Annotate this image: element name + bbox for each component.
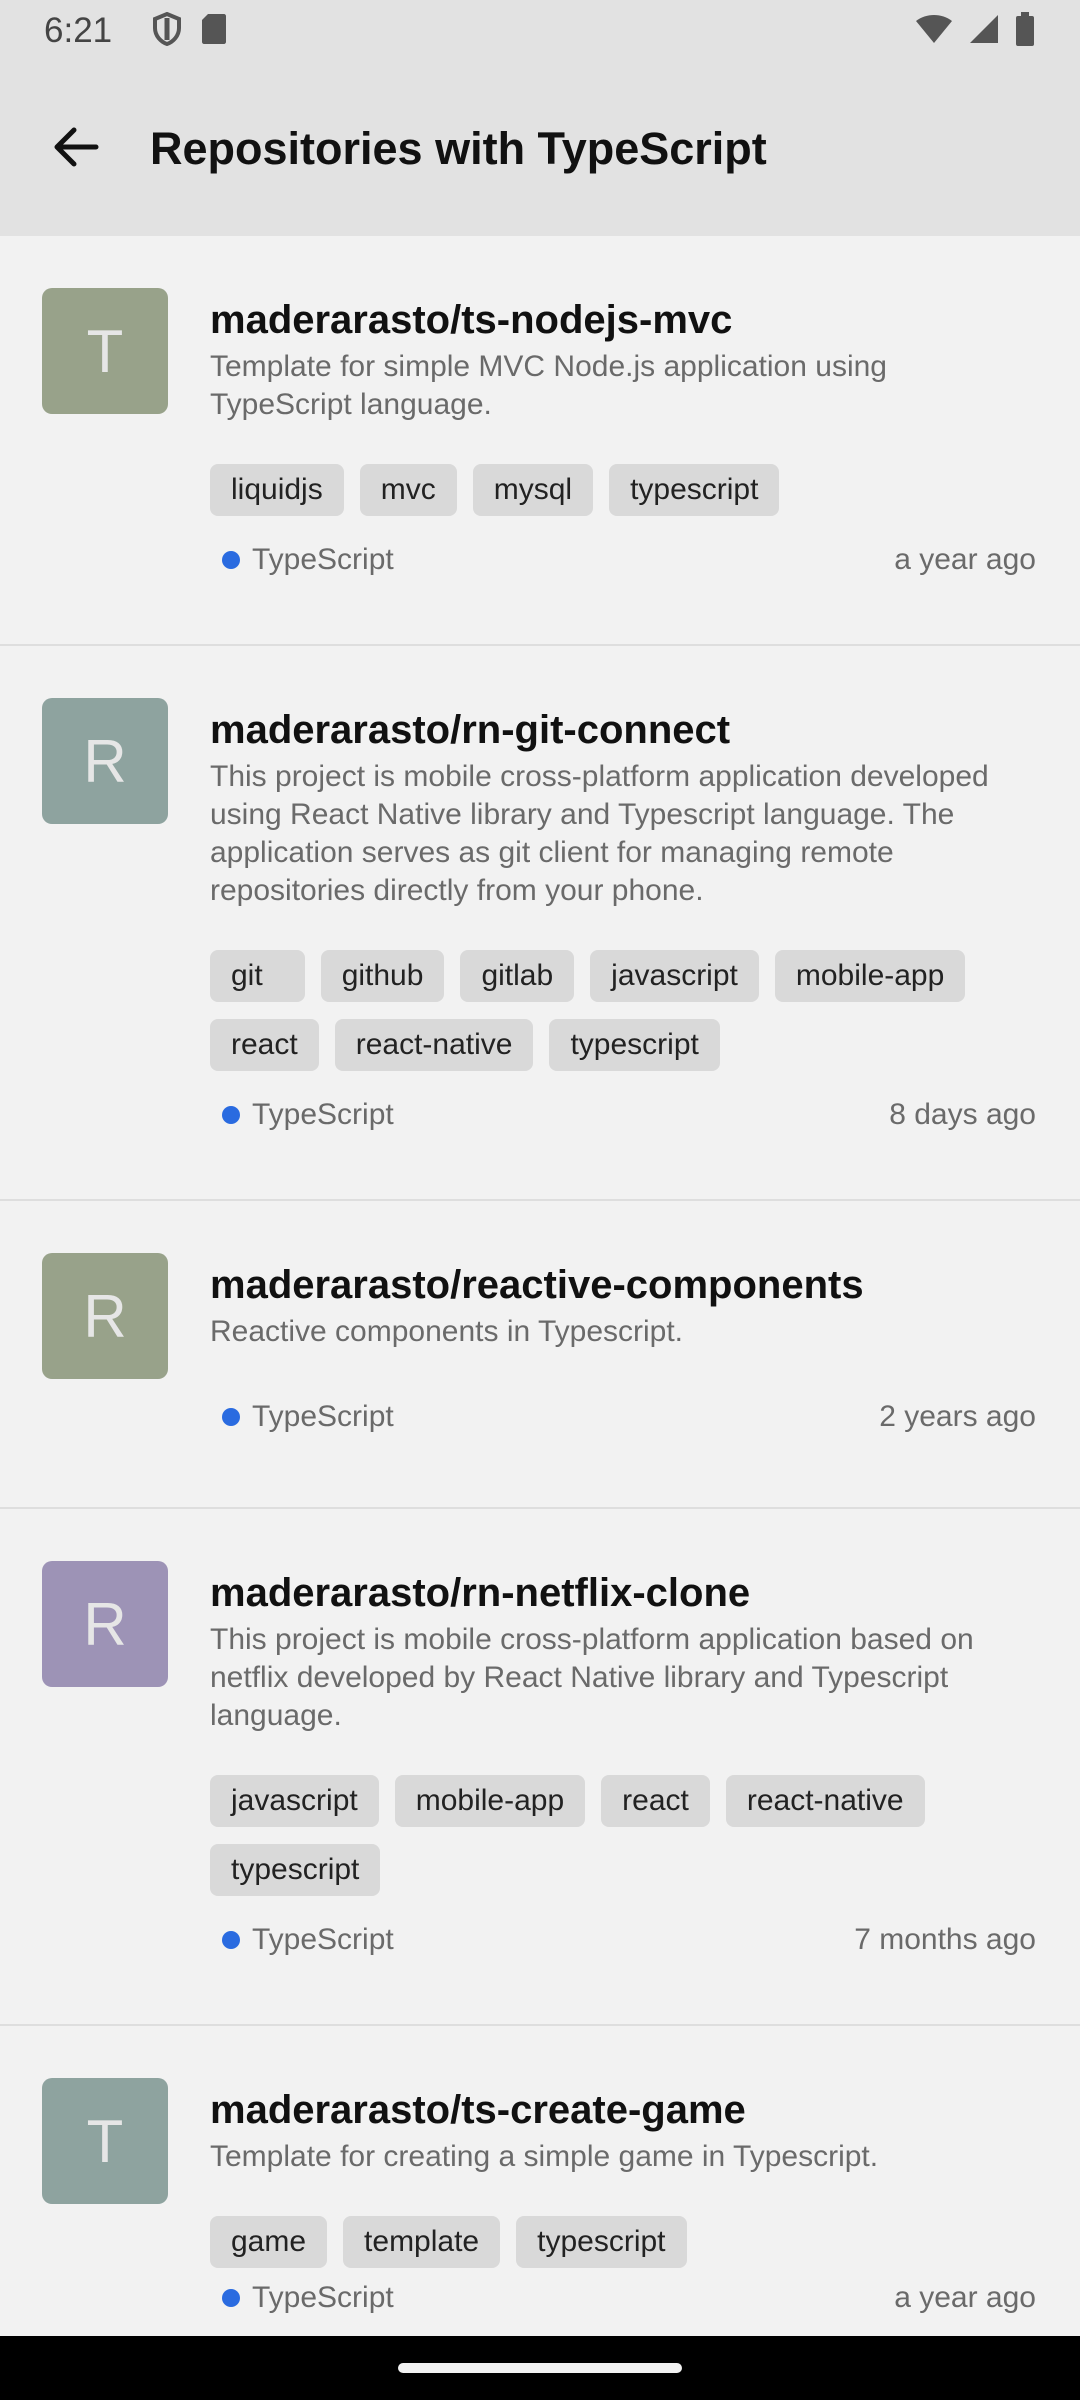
language-name: TypeScript [252, 1098, 394, 1131]
repo-item[interactable]: R maderarasto/reactive-components Reacti… [0, 1201, 1080, 1509]
language-name: TypeScript [252, 543, 394, 576]
avatar: T [42, 288, 168, 414]
topic-tag[interactable]: javascript [590, 950, 759, 1002]
topic-tags: git github gitlab javascript mobile-app … [210, 950, 1036, 1071]
topic-tag[interactable]: typescript [609, 464, 780, 516]
updated-time: 2 years ago [879, 1400, 1036, 1433]
language-color-dot [222, 1931, 240, 1949]
repo-content: maderarasto/rn-git-connect This project … [210, 706, 1036, 1135]
language-color-dot [222, 551, 240, 569]
repo-description: This project is mobile cross-platform ap… [210, 760, 989, 907]
topic-tags: game template typescript [210, 2216, 1036, 2268]
sd-card-icon [200, 12, 228, 51]
repo-description: Template for simple MVC Node.js applicat… [210, 350, 887, 421]
topic-tag[interactable]: react [601, 1775, 710, 1827]
topic-tag[interactable]: mvc [359, 464, 457, 516]
repo-description: This project is mobile cross-platform ap… [210, 1623, 974, 1732]
back-button[interactable] [36, 109, 116, 189]
shield-icon [152, 11, 182, 51]
repo-meta: TypeScript a year ago [210, 540, 1036, 580]
updated-time: 7 months ago [854, 1923, 1036, 1956]
language-color-dot [222, 1408, 240, 1426]
topic-tag[interactable]: git [210, 950, 305, 1002]
avatar-letter: T [86, 2107, 124, 2175]
repo-item[interactable]: T maderarasto/ts-nodejs-mvc Template for… [0, 236, 1080, 646]
repo-meta: TypeScript 7 months ago [210, 1920, 1036, 1960]
avatar-letter: R [83, 1590, 127, 1658]
repo-meta: TypeScript a year ago [210, 2278, 1036, 2318]
system-navigation-bar [0, 2336, 1080, 2400]
repo-item[interactable]: R maderarasto/rn-netflix-clone This proj… [0, 1509, 1080, 2026]
page-title: Repositories with TypeScript [150, 123, 767, 174]
avatar-letter: R [83, 1282, 127, 1350]
avatar: T [42, 2078, 168, 2204]
home-gesture-handle[interactable] [398, 2363, 682, 2373]
topic-tag[interactable]: mysql [472, 464, 594, 516]
avatar-letter: T [86, 317, 124, 385]
topic-tag[interactable]: mobile-app [394, 1775, 586, 1827]
repo-meta: TypeScript 8 days ago [210, 1095, 1036, 1135]
topic-tag[interactable]: mobile-app [774, 950, 966, 1002]
arrow-back-icon [52, 126, 100, 173]
repo-name[interactable]: maderarasto/reactive-components [210, 1261, 1036, 1309]
topic-tag[interactable]: typescript [516, 2216, 687, 2268]
avatar: R [42, 698, 168, 824]
repo-name[interactable]: maderarasto/rn-netflix-clone [210, 1569, 1036, 1617]
topic-tag[interactable]: javascript [210, 1775, 379, 1827]
language-name: TypeScript [252, 1400, 394, 1433]
repo-name[interactable]: maderarasto/rn-git-connect [210, 706, 1036, 754]
language-color-dot [222, 1106, 240, 1124]
repo-description: Reactive components in Typescript. [210, 1315, 684, 1348]
topic-tag[interactable]: github [320, 950, 445, 1002]
repo-description: Template for creating a simple game in T… [210, 2140, 879, 2173]
updated-time: a year ago [894, 2281, 1036, 2314]
status-time: 6:21 [44, 11, 113, 50]
avatar: R [42, 1561, 168, 1687]
topic-tag[interactable]: typescript [549, 1019, 720, 1071]
topic-tag[interactable]: template [343, 2216, 501, 2268]
repo-content: maderarasto/rn-netflix-clone This projec… [210, 1569, 1036, 1960]
repo-content: maderarasto/reactive-components Reactive… [210, 1261, 1036, 1437]
repo-content: maderarasto/ts-nodejs-mvc Template for s… [210, 296, 1036, 580]
updated-time: 8 days ago [889, 1098, 1036, 1131]
repo-content: maderarasto/ts-create-game Template for … [210, 2086, 1036, 2318]
repository-list[interactable]: T maderarasto/ts-nodejs-mvc Template for… [0, 236, 1080, 2336]
wifi-icon [914, 13, 954, 50]
status-left: 6:21 [44, 11, 228, 51]
cellular-signal-icon [968, 13, 1000, 50]
app-bar: Repositories with TypeScript [0, 62, 1080, 236]
status-bar: 6:21 [0, 0, 1080, 62]
updated-time: a year ago [894, 543, 1036, 576]
repo-name[interactable]: maderarasto/ts-create-game [210, 2086, 1036, 2134]
topic-tag[interactable]: typescript [210, 1844, 381, 1896]
avatar-letter: R [83, 727, 127, 795]
topic-tags: javascript mobile-app react react-native… [210, 1775, 1036, 1896]
topic-tag[interactable]: liquidjs [210, 464, 344, 516]
topic-tag[interactable]: gitlab [460, 950, 575, 1002]
language-color-dot [222, 2289, 240, 2307]
repo-item[interactable]: T maderarasto/ts-create-game Template fo… [0, 2026, 1080, 2336]
topic-tag[interactable]: react [210, 1019, 319, 1071]
repo-meta: TypeScript 2 years ago [210, 1397, 1036, 1437]
language-name: TypeScript [252, 1923, 394, 1956]
repo-name[interactable]: maderarasto/ts-nodejs-mvc [210, 296, 1036, 344]
language-name: TypeScript [252, 2281, 394, 2314]
avatar: R [42, 1253, 168, 1379]
topic-tag[interactable]: game [210, 2216, 328, 2268]
status-right [914, 11, 1036, 51]
topic-tag[interactable]: react-native [334, 1019, 534, 1071]
topic-tags: liquidjs mvc mysql typescript [210, 464, 1036, 516]
topic-tag[interactable]: react-native [725, 1775, 925, 1827]
repo-item[interactable]: R maderarasto/rn-git-connect This projec… [0, 646, 1080, 1201]
battery-icon [1014, 11, 1036, 51]
